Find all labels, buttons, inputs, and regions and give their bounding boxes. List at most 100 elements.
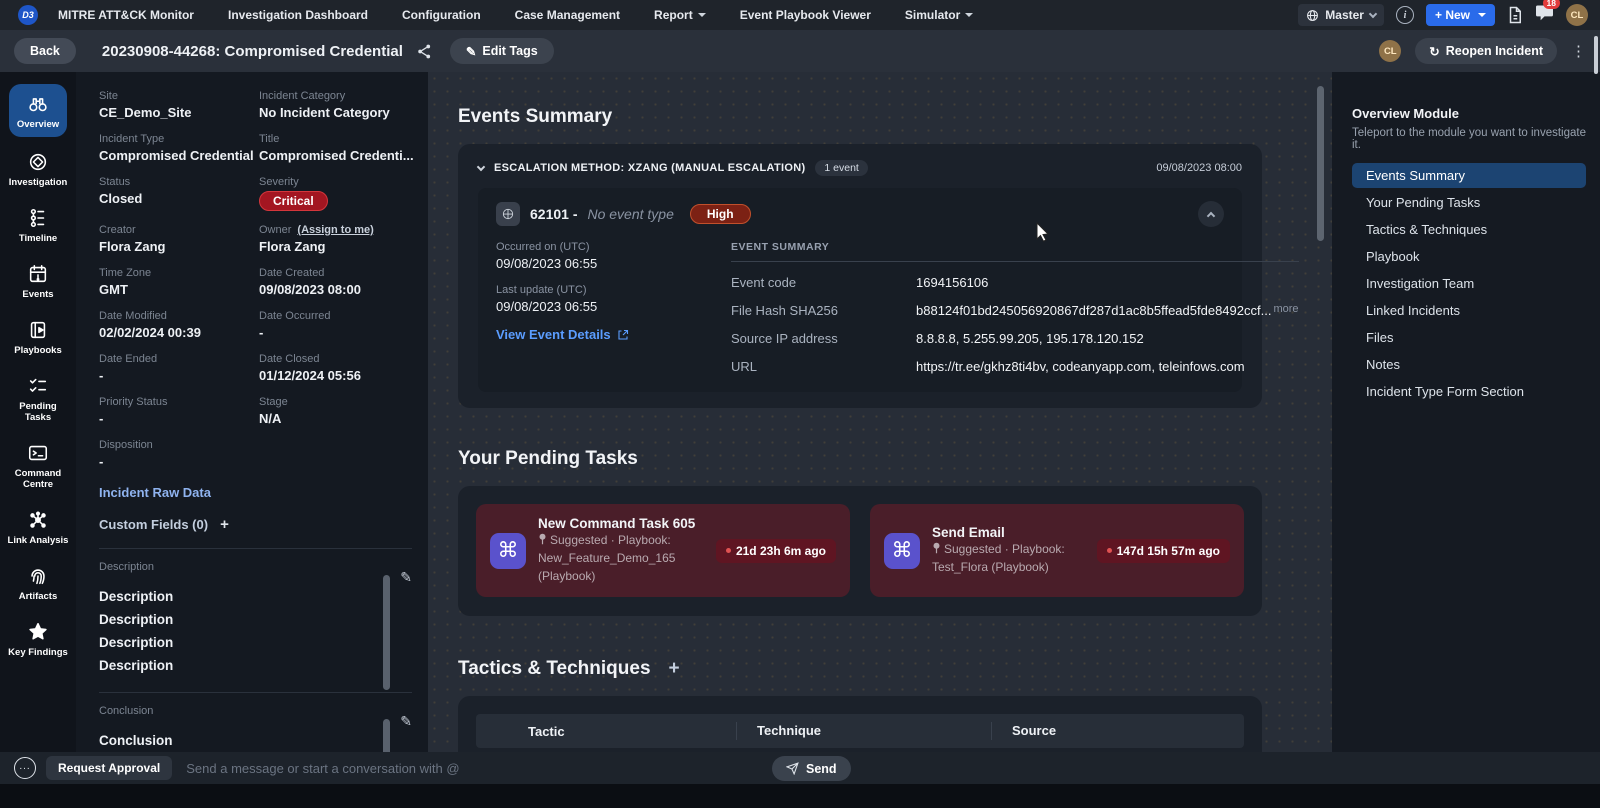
module-link-events-summary[interactable]: Events Summary (1352, 163, 1586, 188)
master-branch-selector[interactable]: Master (1298, 4, 1384, 26)
master-label: Master (1325, 8, 1364, 22)
module-link-linked-incidents[interactable]: Linked Incidents (1352, 298, 1586, 323)
add-custom-field-button[interactable]: + (220, 516, 229, 533)
incident-header-bar: Back 20230908-44268: Compromised Credent… (0, 30, 1600, 72)
view-event-details-link[interactable]: View Event Details (496, 327, 731, 342)
rail-item-pending-tasks[interactable]: Pending Tasks (7, 370, 69, 428)
rail-item-key-findings[interactable]: Key Findings (7, 616, 69, 663)
task-name: Send Email (932, 525, 1085, 540)
d3-logo[interactable]: D3 (18, 5, 38, 25)
mouse-cursor (1035, 222, 1051, 242)
module-link-playbook[interactable]: Playbook (1352, 244, 1586, 269)
task-card[interactable]: ⌘ Send Email Suggested · Playbook: Test_… (870, 504, 1244, 597)
rail-item-artifacts[interactable]: Artifacts (7, 560, 69, 607)
edit-tags-button[interactable]: ✎Edit Tags (450, 38, 554, 64)
event-type-label: No event type (587, 206, 673, 222)
field-date-occurred: Date Occurred- (259, 310, 414, 340)
rail-item-investigation[interactable]: Investigation (7, 146, 69, 193)
description-scrollbar[interactable] (383, 575, 390, 690)
field-title: TitleCompromised Credenti... (259, 133, 414, 163)
field-owner: Owner(Assign to me)Flora Zang (259, 224, 414, 254)
event-box: 62101 - No event type High Occurred on (… (478, 188, 1242, 392)
request-approval-button[interactable]: Request Approval (46, 756, 172, 780)
reopen-incident-button[interactable]: ↻Reopen Incident (1415, 38, 1557, 64)
conclusion-scrollbar[interactable] (383, 719, 390, 752)
escalation-date: 09/08/2023 08:00 (1156, 162, 1242, 174)
window-scrollbar[interactable] (1594, 36, 1598, 74)
add-tactic-button[interactable]: + (669, 658, 680, 680)
rail-label: Command Centre (7, 468, 69, 490)
back-button[interactable]: Back (14, 38, 76, 64)
nav-configuration[interactable]: Configuration (402, 8, 481, 22)
collapse-event-button[interactable] (1198, 201, 1224, 227)
task-meta: Suggested · Playbook: New_Feature_Demo_1… (538, 533, 675, 583)
message-input[interactable] (186, 761, 746, 776)
module-link-notes[interactable]: Notes (1352, 352, 1586, 377)
rail-label: Events (22, 289, 53, 300)
chevron-down-icon[interactable] (477, 162, 485, 170)
share-icon[interactable] (417, 44, 432, 59)
nav-investigation-dashboard[interactable]: Investigation Dashboard (228, 8, 368, 22)
kebab-menu-icon[interactable]: ⋮ (1571, 42, 1586, 60)
pending-tasks-card: ⌘ New Command Task 605 Suggested · Playb… (458, 486, 1262, 616)
nav-event-playbook-viewer[interactable]: Event Playbook Viewer (740, 8, 871, 22)
chat-ellipsis-icon[interactable]: ... (14, 757, 36, 779)
nav-case-management[interactable]: Case Management (515, 8, 620, 22)
notifications-chat[interactable]: 18 (1535, 4, 1554, 26)
command-task-icon: ⌘ (490, 533, 526, 569)
task-age-badge: 21d 23h 6m ago (716, 539, 836, 563)
pin-icon (932, 542, 941, 554)
more-link[interactable]: more (1273, 303, 1298, 318)
module-link-files[interactable]: Files (1352, 325, 1586, 350)
module-link-investigation-team[interactable]: Investigation Team (1352, 271, 1586, 296)
rail-item-timeline[interactable]: Timeline (7, 202, 69, 249)
module-link-tactics-techniques[interactable]: Tactics & Techniques (1352, 217, 1586, 242)
conclusion-text[interactable]: Conclusion Conclusion Conclusion Conclus… (99, 729, 370, 752)
nav-mitre-attack-monitor[interactable]: MITRE ATT&CK Monitor (58, 8, 194, 22)
send-button[interactable]: Send (772, 756, 851, 781)
new-button-label: + New (1435, 8, 1470, 22)
incident-raw-data-link[interactable]: Incident Raw Data (99, 485, 211, 500)
globe-icon (1306, 9, 1319, 22)
edit-description-icon[interactable]: ✎ (400, 569, 412, 586)
view-event-details-label: View Event Details (496, 327, 611, 342)
rail-label: Key Findings (8, 647, 68, 658)
age-dot-icon (1107, 548, 1112, 553)
terminal-icon (27, 442, 49, 464)
rail-label: Investigation (9, 177, 68, 188)
document-icon[interactable] (1507, 6, 1523, 24)
field-creator: CreatorFlora Zang (99, 224, 259, 254)
description-text[interactable]: Description Description Description Desc… (99, 585, 370, 677)
task-card[interactable]: ⌘ New Command Task 605 Suggested · Playb… (476, 504, 850, 597)
rail-item-events[interactable]: Events (7, 258, 69, 305)
severity-badge: Critical (259, 191, 328, 211)
checklist-icon (27, 375, 49, 397)
nav-report-label: Report (654, 8, 693, 22)
new-button[interactable]: + New (1426, 4, 1495, 26)
user-avatar[interactable]: CL (1566, 4, 1588, 26)
age-dot-icon (726, 548, 731, 553)
pending-tasks-heading: Your Pending Tasks (458, 448, 1332, 470)
divider (99, 548, 412, 549)
occurred-value: 09/08/2023 06:55 (496, 256, 731, 271)
rail-item-overview[interactable]: Overview (9, 84, 67, 137)
field-disposition: Disposition- (99, 439, 259, 469)
edit-conclusion-icon[interactable]: ✎ (400, 713, 412, 730)
rail-item-playbooks[interactable]: Playbooks (7, 314, 69, 361)
assign-to-me-link[interactable]: (Assign to me) (297, 224, 373, 236)
main-scrollbar[interactable] (1317, 86, 1324, 241)
column-tactic: Tactic (476, 724, 736, 739)
overview-module-subtitle: Teleport to the module you want to inves… (1352, 127, 1586, 151)
rail-item-link-analysis[interactable]: Link Analysis (7, 504, 69, 551)
events-summary-heading: Events Summary (458, 106, 1332, 128)
rail-label: Overview (17, 119, 59, 130)
rail-item-command-centre[interactable]: Command Centre (7, 437, 69, 495)
info-icon[interactable]: i (1396, 6, 1414, 24)
overview-module-panel: Overview Module Teleport to the module y… (1332, 72, 1600, 752)
module-link-incident-type-form[interactable]: Incident Type Form Section (1352, 379, 1586, 404)
assignee-avatar[interactable]: CL (1379, 40, 1401, 62)
updated-label: Last update (UTC) (496, 284, 731, 296)
module-link-pending-tasks[interactable]: Your Pending Tasks (1352, 190, 1586, 215)
nav-simulator[interactable]: Simulator (905, 8, 973, 22)
nav-report[interactable]: Report (654, 8, 706, 22)
